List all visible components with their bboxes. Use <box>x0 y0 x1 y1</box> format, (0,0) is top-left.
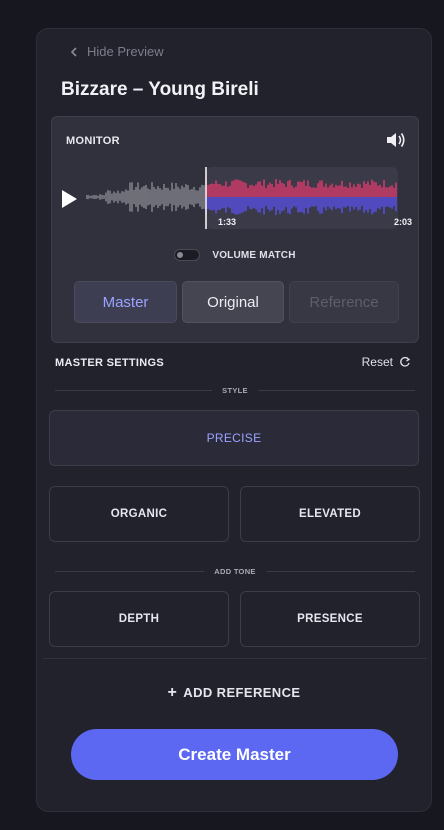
divider-line <box>265 571 415 572</box>
style-option-precise[interactable]: PRECISE <box>49 410 419 466</box>
volume-match-row: VOLUME MATCH <box>52 249 418 261</box>
chevron-left-icon <box>70 46 77 57</box>
section-separator <box>43 658 427 659</box>
style-divider: STYLE <box>55 386 416 395</box>
volume-match-toggle[interactable] <box>174 249 201 261</box>
monitor-card: MONITOR 1:33 2:03 VOLUME MATCH Master Or… <box>51 116 419 343</box>
divider-line <box>257 390 416 391</box>
segment-original[interactable]: Original <box>182 281 284 323</box>
segment-reference[interactable]: Reference <box>289 281 399 323</box>
waveform[interactable] <box>86 167 398 237</box>
add-reference-button[interactable]: + ADD REFERENCE <box>37 683 431 701</box>
divider-line <box>55 571 205 572</box>
divider-line <box>55 390 213 391</box>
play-icon[interactable] <box>60 189 78 209</box>
tone-option-presence[interactable]: PRESENCE <box>240 591 420 647</box>
hide-preview-label: Hide Preview <box>87 44 164 59</box>
preview-panel: Hide Preview Bizzare – Young Bireli MONI… <box>36 28 432 812</box>
volume-match-label: VOLUME MATCH <box>212 249 296 261</box>
style-label: STYLE <box>222 386 248 395</box>
monitor-label: MONITOR <box>66 135 120 147</box>
style-option-elevated[interactable]: ELEVATED <box>240 486 420 542</box>
reset-icon <box>400 356 411 367</box>
plus-icon: + <box>167 683 178 701</box>
current-time: 1:33 <box>218 217 237 227</box>
hide-preview-button[interactable]: Hide Preview <box>69 44 164 59</box>
total-time: 2:03 <box>393 217 412 227</box>
tone-option-depth[interactable]: DEPTH <box>49 591 229 647</box>
speaker-icon[interactable] <box>386 131 406 149</box>
reset-button[interactable]: Reset <box>362 355 411 369</box>
master-settings-title: MASTER SETTINGS <box>55 357 165 369</box>
create-master-button[interactable]: Create Master <box>71 729 398 780</box>
tone-divider: ADD TONE <box>55 567 415 576</box>
add-reference-label: ADD REFERENCE <box>183 685 301 700</box>
add-tone-label: ADD TONE <box>214 567 256 576</box>
reset-label: Reset <box>361 355 393 369</box>
segment-master[interactable]: Master <box>74 281 177 323</box>
style-option-organic[interactable]: ORGANIC <box>49 486 229 542</box>
track-title: Bizzare – Young Bireli <box>61 79 259 100</box>
